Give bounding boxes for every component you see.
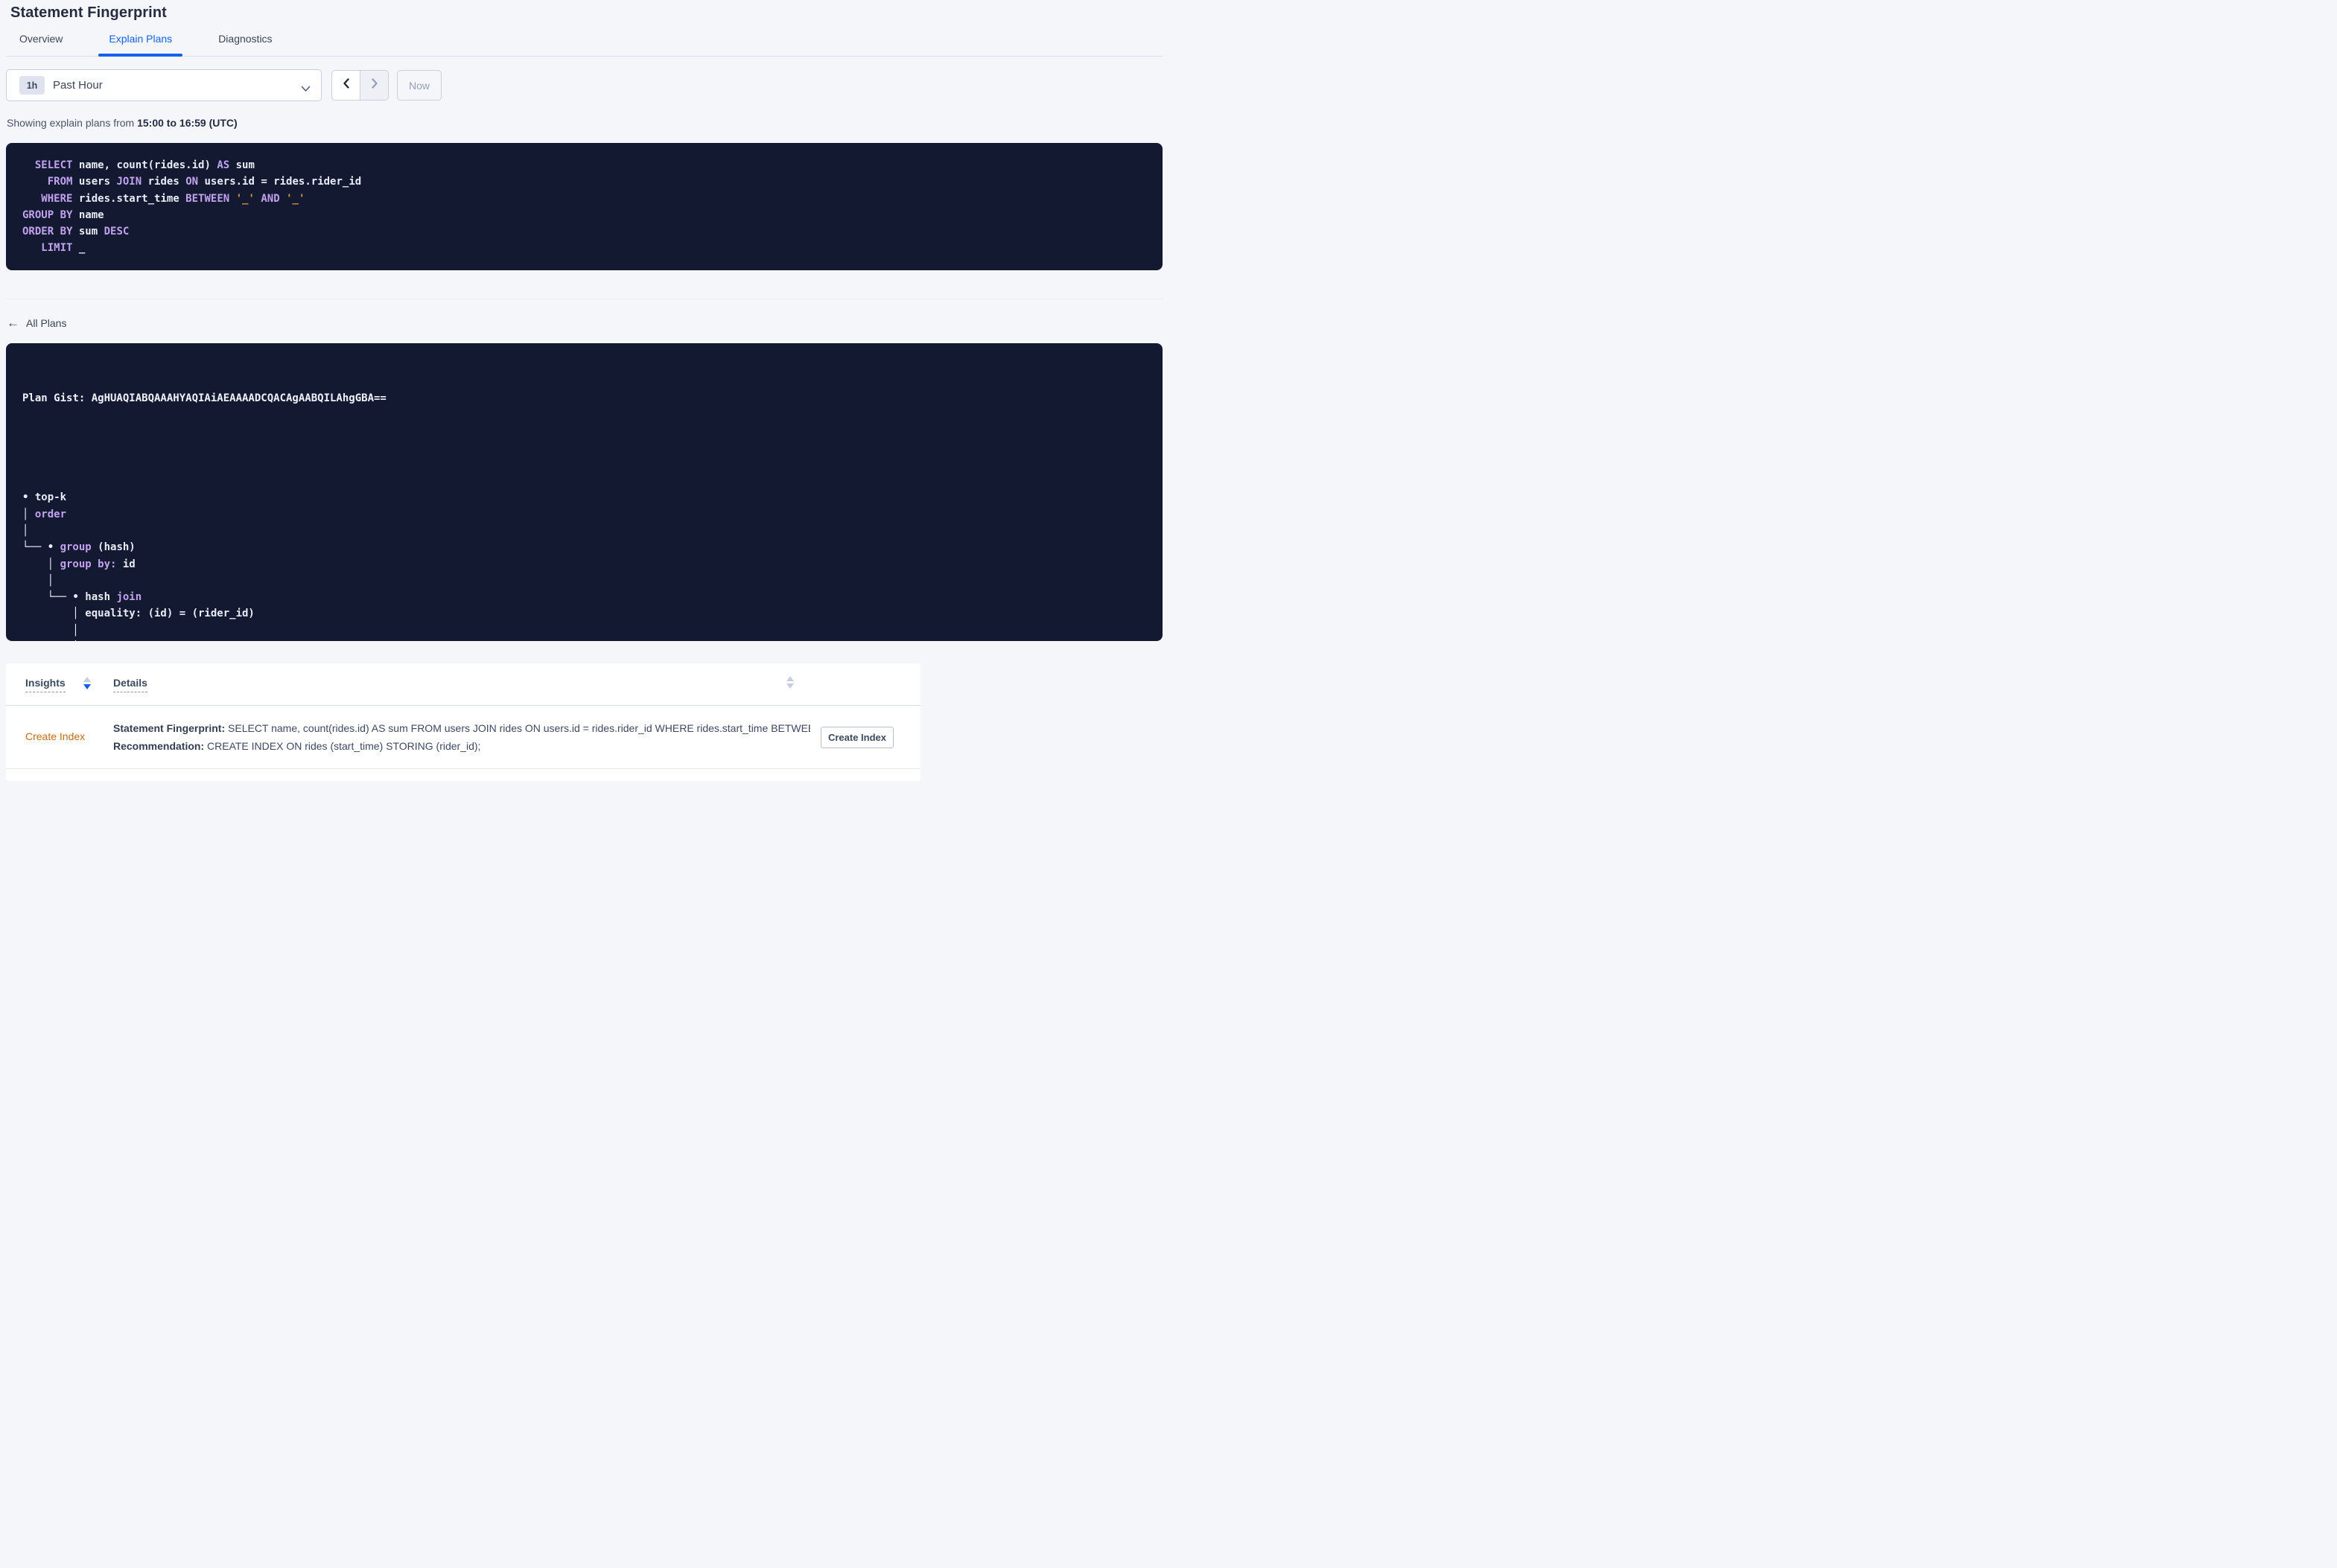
showing-range-text: Showing explain plans from 15:00 to 16:5… xyxy=(7,117,238,129)
column-header-insights[interactable]: Insights xyxy=(25,677,113,692)
tab-diagnostics[interactable]: Diagnostics xyxy=(208,29,282,56)
now-button[interactable]: Now xyxy=(397,70,442,101)
time-nav-group xyxy=(331,70,389,101)
time-controls: 1h Past Hour Now xyxy=(6,69,1163,101)
insight-cell: Create Index xyxy=(25,730,113,744)
left-arrow-icon: ← xyxy=(7,316,19,330)
plan-gist-box: Plan Gist: AgHUAQIABQAAAHYAQIAiAEAAAADCQ… xyxy=(6,343,1163,641)
create-index-link[interactable]: Create Index xyxy=(25,730,85,742)
sort-arrows-icon[interactable] xyxy=(786,676,794,689)
showing-range-value: 15:00 to 16:59 (UTC) xyxy=(137,117,238,129)
interval-label: Past Hour xyxy=(53,79,103,92)
create-index-button[interactable]: Create Index xyxy=(820,726,894,748)
statement-fingerprint-line: Statement Fingerprint: SELECT name, coun… xyxy=(113,722,810,734)
chevron-left-icon xyxy=(342,77,351,93)
next-time-button[interactable] xyxy=(360,71,388,100)
time-interval-picker[interactable]: 1h Past Hour xyxy=(6,69,322,101)
plan-gist-text: Plan Gist: AgHUAQIABQAAAHYAQIAiAEAAAADCQ… xyxy=(22,392,387,404)
table-row: Create Index Statement Fingerprint: SELE… xyxy=(6,706,921,769)
insights-table-header: Insights Details xyxy=(6,663,921,706)
chevron-right-icon xyxy=(370,77,379,93)
details-header-label: Details xyxy=(113,677,147,692)
all-plans-link[interactable]: ← All Plans xyxy=(6,316,67,330)
prev-time-button[interactable] xyxy=(332,71,360,100)
details-cell: Statement Fingerprint: SELECT name, coun… xyxy=(113,719,821,755)
plan-tree: • top-k │ order │ └── • group (hash) │ grou… xyxy=(22,491,255,637)
tab-bar: Overview Explain Plans Diagnostics xyxy=(6,29,1163,57)
interval-badge: 1h xyxy=(19,76,45,95)
sort-arrows-icon xyxy=(83,677,91,689)
insights-table: Insights Details Create Index Statement … xyxy=(6,663,921,781)
insights-header-label: Insights xyxy=(25,677,66,692)
recommendation-line: Recommendation: CREATE INDEX ON rides (s… xyxy=(113,740,481,752)
all-plans-label: All Plans xyxy=(26,317,67,329)
column-header-details[interactable]: Details xyxy=(113,677,147,692)
tab-overview[interactable]: Overview xyxy=(9,29,73,56)
sql-fingerprint-box: SELECT name, count(rides.id) AS sum FROM… xyxy=(6,143,1163,270)
tab-explain-plans[interactable]: Explain Plans xyxy=(98,29,183,57)
chevron-down-icon xyxy=(301,83,311,96)
page-title: Statement Fingerprint xyxy=(10,4,167,21)
